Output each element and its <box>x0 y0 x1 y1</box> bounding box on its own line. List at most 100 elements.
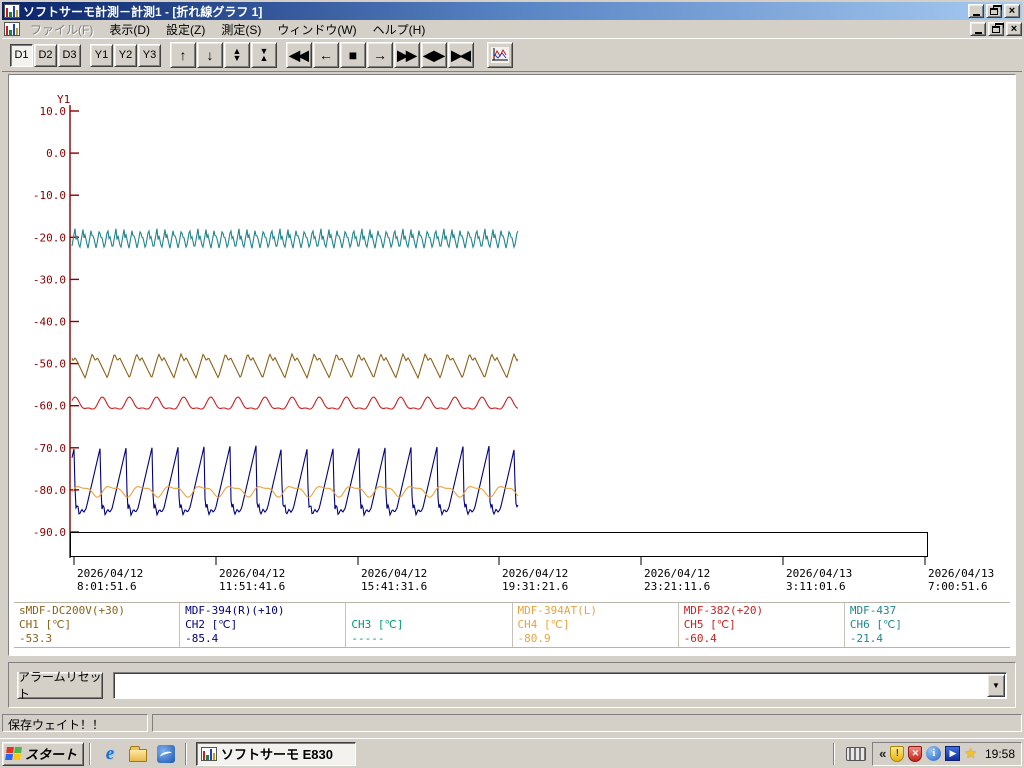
media-play-icon[interactable]: ▶ <box>945 746 961 761</box>
legend-ch3: CH3 [℃] ----- <box>346 603 513 647</box>
tray-box: « ! ✕ i ▶ ★ 19:58 <box>872 741 1022 766</box>
toolbar-y3-button[interactable]: Y3 <box>138 43 161 67</box>
start-label: スタート <box>25 747 78 762</box>
stop-icon: ■ <box>348 47 358 63</box>
alarm-combobox[interactable]: ▼ <box>113 671 1007 699</box>
data-traces <box>71 228 519 518</box>
ch1-sensor-name: sMDF-DC200V(+30) <box>19 604 125 617</box>
legend-ch1: sMDF-DC200V(+30) CH1 [℃] -53.3 <box>14 603 181 647</box>
toolbar-d3-button[interactable]: D3 <box>58 43 81 67</box>
security-warning-shield-icon[interactable]: ! <box>890 745 905 762</box>
ch2-label: CH2 [℃] <box>185 618 238 631</box>
svg-text:2026/04/12: 2026/04/12 <box>644 567 710 580</box>
security-alert-shield-icon[interactable]: ✕ <box>908 745 923 762</box>
x-axis-labels: 2026/04/12 8:01:51.6 2026/04/12 11:51:41… <box>77 567 994 593</box>
fast-forward-button[interactable]: ▶▶ <box>394 42 420 68</box>
menu-settings[interactable]: 設定(Z) <box>158 19 213 40</box>
toolbar: D1 D2 D3 Y1 Y2 Y3 ↑ ↓ ▲ ▼ ▼ ▲ ◀◀ ← ■ → ▶… <box>2 39 1022 72</box>
rewind-button[interactable]: ◀◀ <box>286 42 312 68</box>
child-minimize-button[interactable] <box>970 22 986 36</box>
compress-vertical-icon: ▼ ▲ <box>259 46 269 63</box>
status-message: 保存ウェイト！！ <box>2 714 148 732</box>
taskbar: スタート e ソフトサーモ E830 « ! ✕ i ▶ ★ 19:58 <box>0 738 1024 768</box>
alarm-reset-button[interactable]: アラームリセット <box>17 670 103 701</box>
close-button[interactable]: × <box>1004 4 1020 18</box>
svg-text:2026/04/12: 2026/04/12 <box>77 567 143 580</box>
ch5-label: CH5 [℃] <box>683 618 736 631</box>
start-button[interactable]: スタート <box>2 741 85 766</box>
trace-ch5 <box>71 396 519 410</box>
menu-view[interactable]: 表示(D) <box>101 19 158 40</box>
compress-horizontal-button[interactable]: ▶◀ <box>448 42 474 68</box>
tray-separator <box>833 742 836 765</box>
menu-help[interactable]: ヘルプ(H) <box>365 19 434 40</box>
child-restore-button[interactable] <box>988 22 1004 36</box>
trace-ch2 <box>71 445 519 518</box>
child-close-button[interactable]: × <box>1006 22 1022 36</box>
compress-horizontal-icon: ▶◀ <box>451 46 471 63</box>
ch4-label: CH4 [℃] <box>517 618 570 631</box>
toolbar-y2-button[interactable]: Y2 <box>114 43 137 67</box>
trace-ch1 <box>71 352 519 380</box>
title-bar: ソフトサーモ計測－計測1 - [折れ線グラフ 1] × <box>2 2 1022 20</box>
svg-text:15:41:31.6: 15:41:31.6 <box>361 580 427 593</box>
stop-button[interactable]: ■ <box>340 42 366 68</box>
star-icon[interactable]: ★ <box>964 745 977 762</box>
info-balloon-icon[interactable]: i <box>926 746 942 761</box>
svg-text:10.0: 10.0 <box>40 105 67 118</box>
svg-text:-50.0: -50.0 <box>33 358 66 371</box>
windows-logo-icon <box>5 746 23 761</box>
combobox-dropdown-button[interactable]: ▼ <box>987 673 1005 697</box>
rewind-icon: ◀◀ <box>289 46 309 63</box>
scroll-down-button[interactable]: ↓ <box>197 42 223 68</box>
svg-text:2026/04/12: 2026/04/12 <box>502 567 568 580</box>
keyboard-icon[interactable] <box>846 746 867 761</box>
chevron-down-icon: ▼ <box>992 680 1000 690</box>
y-axis-labels: 10.0 0.0 -10.0 -20.0 -30.0 -40.0 -50.0 -… <box>33 105 66 539</box>
alarm-band-box <box>70 532 928 557</box>
graph-icon <box>491 47 509 63</box>
expand-horizontal-button[interactable]: ◀▶ <box>421 42 447 68</box>
chevron-icon[interactable]: « <box>879 746 886 761</box>
app-window-icon <box>4 4 20 18</box>
svg-text:7:00:51.6: 7:00:51.6 <box>928 580 988 593</box>
alarm-combobox-value[interactable] <box>114 673 986 698</box>
x-axis-ticks <box>73 557 926 565</box>
svg-text:-60.0: -60.0 <box>33 400 66 413</box>
svg-text:-70.0: -70.0 <box>33 442 66 455</box>
svg-text:-30.0: -30.0 <box>33 273 66 286</box>
svg-text:2026/04/12: 2026/04/12 <box>219 567 285 580</box>
step-forward-button[interactable]: → <box>367 42 393 68</box>
scroll-up-button[interactable]: ↑ <box>170 42 196 68</box>
task-label: ソフトサーモ E830 <box>221 747 333 762</box>
svg-text:0.0: 0.0 <box>46 147 66 160</box>
system-tray: « ! ✕ i ▶ ★ 19:58 <box>828 741 1022 766</box>
minimize-button[interactable] <box>968 4 984 18</box>
menu-measure[interactable]: 測定(S) <box>213 19 269 40</box>
app-swoosh-icon[interactable] <box>155 743 177 765</box>
menu-bar: ファイル(F) 表示(D) 設定(Z) 測定(S) ウィンドウ(W) ヘルプ(H… <box>2 20 1022 39</box>
legend-ch5: MDF-382(+20) CH5 [℃] -60.4 <box>679 603 845 647</box>
legend-ch4: MDF-394AT(L) CH4 [℃] -80.9 <box>513 603 679 647</box>
status-extra <box>152 714 1022 732</box>
left-arrow-icon: ← <box>319 47 333 63</box>
fast-forward-icon: ▶▶ <box>397 46 417 63</box>
toolbar-d2-button[interactable]: D2 <box>34 43 57 67</box>
step-back-button[interactable]: ← <box>313 42 339 68</box>
toolbar-d1-button[interactable]: D1 <box>10 43 33 67</box>
menu-window[interactable]: ウィンドウ(W) <box>269 19 364 40</box>
expand-vertical-button[interactable]: ▲ ▼ <box>224 42 250 68</box>
ch5-value: -60.4 <box>683 632 717 645</box>
graph-display-button[interactable] <box>487 42 513 68</box>
svg-text:3:11:01.6: 3:11:01.6 <box>786 580 846 593</box>
compress-vertical-button[interactable]: ▼ ▲ <box>251 42 277 68</box>
menu-file[interactable]: ファイル(F) <box>22 19 101 40</box>
restore-button[interactable] <box>986 4 1002 18</box>
svg-text:2026/04/13: 2026/04/13 <box>928 567 994 580</box>
toolbar-y1-button[interactable]: Y1 <box>90 43 113 67</box>
task-button-softthermo[interactable]: ソフトサーモ E830 <box>196 741 357 766</box>
folder-icon[interactable] <box>127 743 149 765</box>
internet-explorer-icon[interactable]: e <box>99 743 121 765</box>
svg-text:-10.0: -10.0 <box>33 189 66 202</box>
document-icon[interactable] <box>4 22 20 36</box>
